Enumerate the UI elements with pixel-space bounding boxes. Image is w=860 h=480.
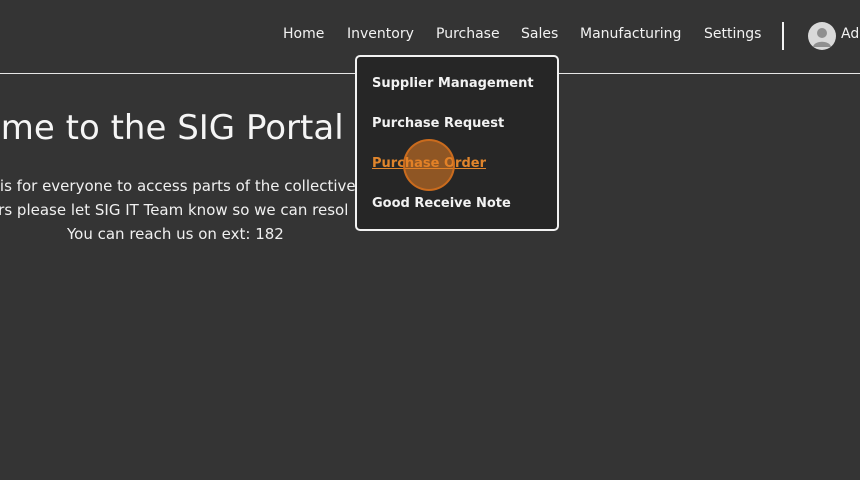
menu-item-good-receive-note[interactable]: Good Receive Note <box>372 196 511 211</box>
welcome-text-line-3: You can reach us on ext: 182 <box>67 225 284 243</box>
user-silhouette-icon <box>813 28 831 47</box>
welcome-text-line-2: ors please let SIG IT Team know so we ca… <box>0 201 349 219</box>
nav-link-sales[interactable]: Sales <box>521 26 558 42</box>
welcome-text-line-1: l is for everyone to access parts of the… <box>0 177 356 195</box>
nav-link-settings[interactable]: Settings <box>704 26 761 42</box>
nav-link-purchase[interactable]: Purchase <box>436 26 500 42</box>
purchase-dropdown-menu: Supplier Management Purchase Request Pur… <box>355 55 559 231</box>
nav-link-home[interactable]: Home <box>283 26 324 42</box>
user-avatar-icon[interactable] <box>808 22 836 50</box>
menu-item-purchase-request[interactable]: Purchase Request <box>372 116 504 131</box>
nav-link-manufacturing[interactable]: Manufacturing <box>580 26 681 42</box>
welcome-heading: ome to the SIG Portal <box>0 108 344 148</box>
page: Home Inventory Purchase Sales Manufactur… <box>0 0 860 480</box>
menu-item-supplier-management[interactable]: Supplier Management <box>372 76 534 91</box>
nav-divider <box>782 22 784 50</box>
nav-link-inventory[interactable]: Inventory <box>347 26 414 42</box>
user-name-label[interactable]: Adm <box>841 26 860 42</box>
menu-item-purchase-order[interactable]: Purchase Order <box>372 156 486 171</box>
